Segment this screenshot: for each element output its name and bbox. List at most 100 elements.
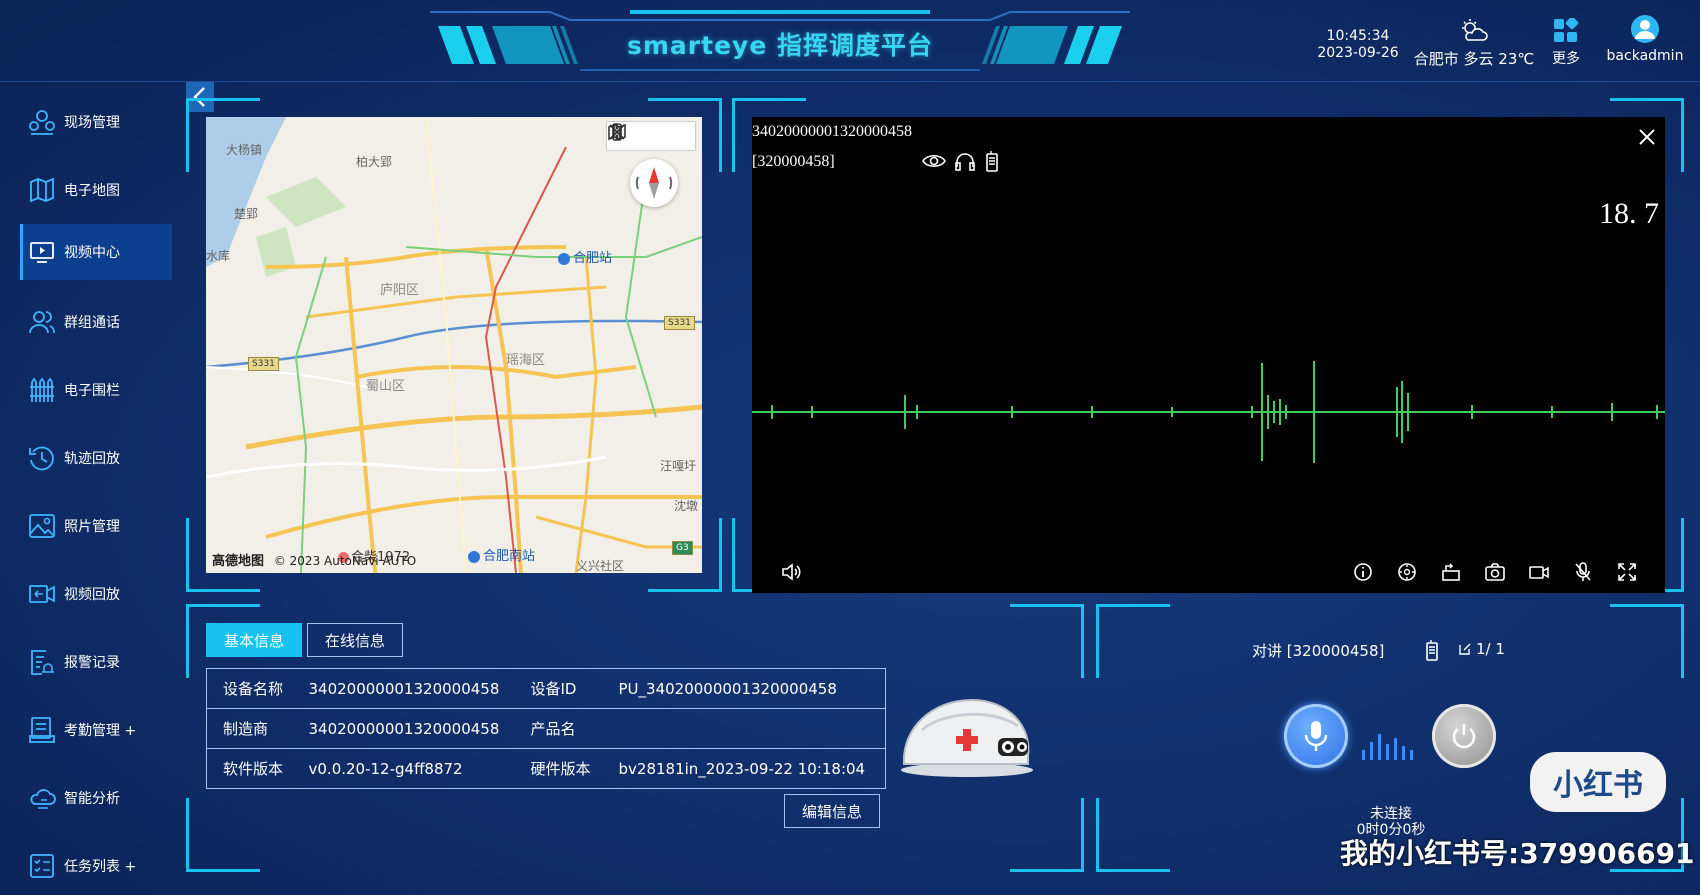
safety-helmet-image — [901, 698, 1033, 777]
info-icon[interactable] — [1352, 561, 1374, 583]
grid-apps-icon — [1554, 18, 1579, 42]
map-poi-hefei-south-station[interactable]: 合肥南站 — [468, 545, 535, 564]
map-label: 水库 — [206, 249, 231, 263]
watermark-text: 我的小红书号:379906691 — [1340, 837, 1695, 870]
map-label: 大杨镇 — [226, 143, 263, 157]
sidebar-item-label: 视频回放 — [64, 587, 120, 603]
sidebar-item-task-list[interactable]: 任务列表 + — [20, 838, 172, 894]
map-attribution: 高德地图 © 2023 AutoNavi AUTO — [212, 550, 416, 569]
close-icon[interactable] — [1637, 127, 1657, 147]
edit-info-button[interactable]: 编辑信息 — [784, 794, 880, 828]
cloudy-icon — [1462, 19, 1488, 41]
sidebar-item-group-call[interactable]: 群组通话 — [20, 294, 172, 350]
fullscreen-icon[interactable] — [1616, 561, 1638, 583]
task-list-icon — [26, 850, 58, 882]
eye-icon — [922, 154, 946, 168]
sidebar-item-site-management[interactable]: 现场管理 — [20, 94, 172, 150]
video-device-code: 34020000001320000458 — [752, 123, 912, 140]
audio-waveform — [752, 361, 1665, 463]
map-poi-hefei-station[interactable]: 合肥站 — [558, 247, 612, 266]
tab-basic-info[interactable]: 基本信息 — [206, 623, 302, 657]
clock-time: 10:45:34 — [1326, 28, 1390, 44]
map-label: 合肥站 — [573, 251, 613, 266]
clock-date: 2023-09-26 — [1317, 45, 1399, 61]
sidebar-item-label: 智能分析 — [64, 791, 120, 807]
compass-control[interactable] — [630, 159, 678, 207]
monitor-icon — [26, 236, 58, 268]
sidebar-item-e-fence[interactable]: 电子围栏 — [20, 362, 172, 418]
map-view[interactable]: 大杨镇 柏大郢 楚郢 水库 合肥站 庐阳区 瑶海区 蜀山区 汪嘎圩 沈墩 合柴1… — [206, 117, 702, 573]
push-to-talk-button[interactable] — [1284, 704, 1348, 768]
table-value — [602, 708, 886, 749]
sidebar-item-video-replay[interactable]: 视频回放 — [20, 566, 172, 622]
table-key: 制造商 — [206, 708, 293, 749]
walkie-talkie-icon — [986, 151, 998, 172]
microphone-icon — [1304, 721, 1328, 751]
intercom-member-count[interactable]: 1/ 1 — [1458, 640, 1505, 658]
sidebar-item-photo-management[interactable]: 照片管理 — [20, 498, 172, 554]
sidebar-item-label: 电子地图 — [64, 183, 120, 199]
location-pin-icon — [558, 252, 570, 265]
connection-status: 未连接 — [1370, 806, 1412, 822]
table-key: 软件版本 — [223, 760, 284, 778]
sidebar-item-alarm-records[interactable]: 报警记录 — [20, 634, 172, 690]
sidebar-item-label: 轨迹回放 — [64, 451, 120, 467]
sidebar-item-label: 电子围栏 — [64, 383, 120, 399]
history-icon — [26, 442, 58, 474]
video-replay-icon — [26, 578, 58, 610]
headphones-icon — [955, 153, 975, 171]
table-key: 硬件版本 — [530, 760, 591, 778]
sidebar-item-label: 考勤管理 + — [64, 723, 137, 739]
more-label: 更多 — [1552, 51, 1580, 67]
team-icon — [26, 106, 58, 138]
sidebar-item-video-center[interactable]: 视频中心 — [20, 224, 172, 280]
sidebar-item-label: 报警记录 — [64, 655, 120, 671]
clock: 10:45:34 2023-09-26 — [1312, 28, 1404, 110]
video-player[interactable]: 34020000001320000458 [320000458] 18. 7 — [752, 117, 1665, 593]
fence-icon — [26, 374, 58, 406]
compass-icon — [635, 167, 673, 199]
table-key: 产品名 — [514, 708, 603, 749]
device-info-table: 设备名称 34020000001320000458 设备ID PU_340200… — [206, 668, 886, 789]
map-roads — [206, 117, 702, 573]
sidebar-item-track-replay[interactable]: 轨迹回放 — [20, 430, 172, 486]
camera-snapshot-icon[interactable] — [1484, 561, 1506, 583]
username: backadmin — [1606, 48, 1684, 64]
tab-online-info[interactable]: 在线信息 — [307, 623, 403, 657]
video-overlay-number: 18. 7 — [1599, 197, 1659, 230]
table-value: 34020000001320000458 — [292, 668, 515, 709]
more-button[interactable]: 更多 — [1543, 18, 1589, 100]
weather-text: 合肥市 多云 23℃ — [1413, 50, 1535, 68]
map-toolbar — [606, 121, 696, 151]
sidebar-item-label: 照片管理 — [64, 519, 120, 535]
map-label: 沈墩 — [674, 499, 699, 513]
alarm-record-icon — [26, 646, 58, 678]
sidebar-item-label: 任务列表 + — [64, 859, 137, 875]
ptz-control-icon[interactable] — [1396, 561, 1418, 583]
rotate-icon[interactable] — [1440, 561, 1462, 583]
top-header: smarteye 指挥调度平台 10:45:34 2023-09-26 合肥市 … — [0, 0, 1700, 82]
video-control-bar — [752, 553, 1665, 593]
walkie-talkie-icon — [1426, 640, 1438, 661]
map-label: 义兴社区 — [576, 559, 625, 573]
intercom-title: 对讲 [320000458] — [1252, 642, 1385, 660]
map-label: 蜀山区 — [366, 379, 406, 394]
road-shield: S331 — [248, 357, 279, 371]
microphone-off-icon[interactable] — [1572, 561, 1594, 583]
table-key: 设备ID — [514, 668, 603, 709]
sidebar-item-label: 群组通话 — [64, 315, 120, 331]
sidebar-item-attendance[interactable]: 考勤管理 + — [20, 702, 172, 758]
sidebar-item-e-map[interactable]: 电子地图 — [20, 162, 172, 218]
user-menu[interactable]: backadmin — [1590, 14, 1700, 96]
record-video-icon[interactable] — [1528, 561, 1550, 583]
table-row: 设备名称 34020000001320000458 设备ID PU_340200… — [206, 668, 886, 709]
map-label: 瑶海区 — [506, 353, 546, 368]
volume-icon[interactable] — [780, 561, 802, 583]
map-label: 庐阳区 — [380, 283, 420, 298]
sidebar-item-smart-analysis[interactable]: 智能分析 — [20, 770, 172, 826]
power-button[interactable] — [1432, 704, 1496, 768]
traffic-light-icon[interactable] — [607, 122, 627, 142]
photo-icon — [26, 510, 58, 542]
audio-level-bars — [1362, 734, 1413, 760]
map-icon — [26, 174, 58, 206]
